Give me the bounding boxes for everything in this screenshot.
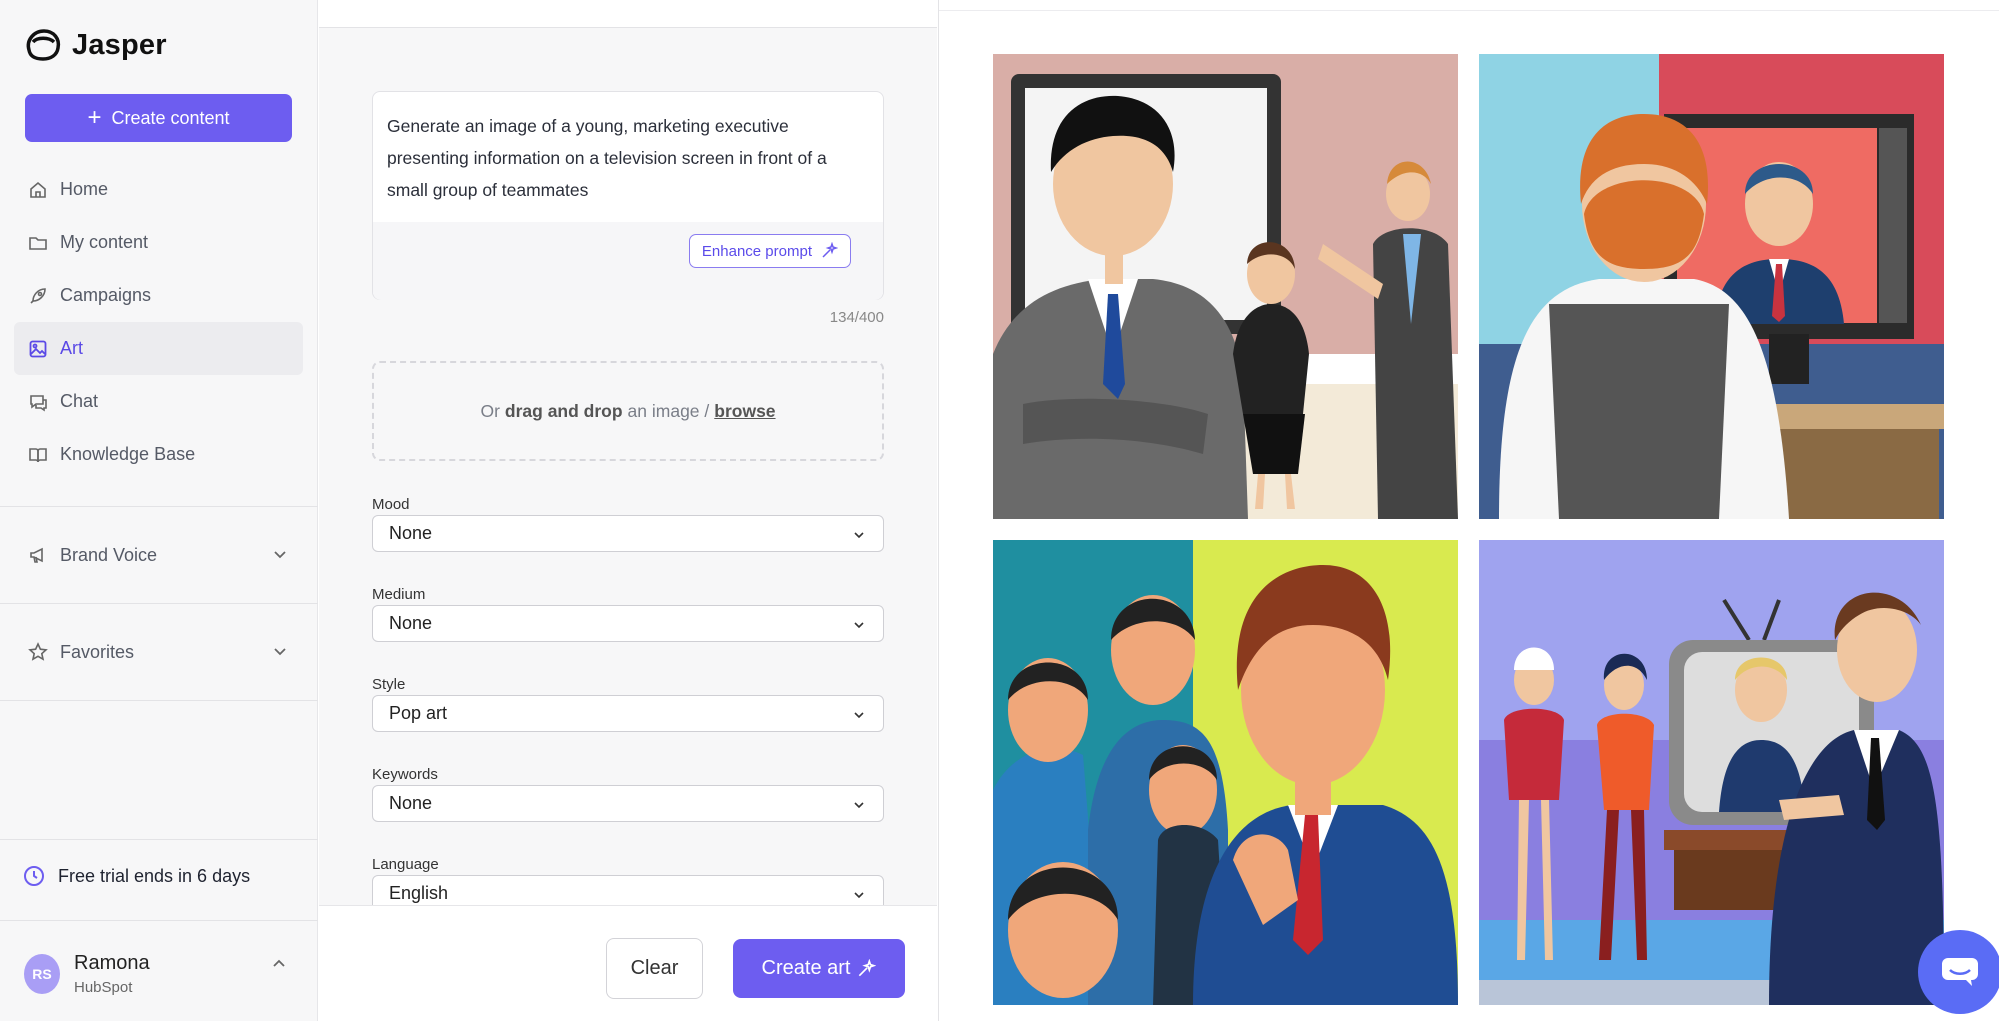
brand-voice-expander[interactable]: Brand Voice — [14, 530, 303, 580]
sidebar-item-chat[interactable]: Chat — [14, 375, 303, 428]
user-org: HubSpot — [74, 979, 133, 996]
dropzone-prefix: Or — [480, 400, 500, 421]
image-dropzone[interactable]: Or drag and drop an image / browse — [372, 361, 884, 461]
style-select[interactable]: Pop art — [372, 695, 884, 732]
book-icon — [29, 447, 47, 462]
chevron-down-icon — [854, 802, 864, 809]
sidebar-item-label: Art — [60, 338, 84, 358]
art-form-panel: Generate an image of a young, marketing … — [319, 0, 937, 1021]
sidebar-item-home[interactable]: Home — [14, 163, 303, 216]
support-chat-button[interactable] — [1918, 930, 1999, 1014]
generated-image-2[interactable] — [1479, 54, 1944, 519]
form-topbar — [319, 0, 937, 28]
sidebar-item-label: Campaigns — [60, 285, 152, 305]
plus-icon: + — [87, 104, 102, 131]
user-name: Ramona — [74, 952, 150, 974]
logo[interactable]: Jasper — [24, 28, 167, 62]
image-icon — [29, 340, 47, 357]
form-action-bar: Clear Create art — [319, 905, 937, 1021]
avatar: RS — [24, 954, 60, 994]
medium-value: None — [389, 613, 433, 633]
sidebar-item-label: Chat — [60, 391, 99, 411]
free-trial-notice[interactable]: Free trial ends in 6 days — [22, 864, 250, 888]
divider — [0, 920, 318, 921]
create-art-label: Create art — [761, 957, 851, 979]
results-divider — [939, 10, 1999, 11]
sidebar-item-campaigns[interactable]: Campaigns — [14, 269, 303, 322]
free-trial-text: Free trial ends in 6 days — [58, 865, 251, 886]
generated-image-1[interactable] — [993, 54, 1458, 519]
browse-link[interactable]: browse — [714, 401, 775, 422]
app-window: Jasper + Create content Home My content … — [0, 0, 1999, 1021]
favorites-label: Favorites — [60, 641, 135, 662]
divider — [0, 603, 318, 604]
main-nav: Home My content Campaigns Art Chat Knowl… — [14, 163, 303, 481]
character-counter: 134/400 — [829, 309, 884, 326]
star-icon — [28, 642, 48, 661]
generated-image-3[interactable] — [993, 540, 1458, 1005]
style-label: Style — [372, 676, 406, 693]
create-content-button[interactable]: + Create content — [25, 94, 292, 142]
generated-image-4[interactable] — [1479, 540, 1944, 1005]
chevron-down-icon — [274, 551, 286, 559]
chevron-down-icon — [854, 892, 864, 899]
prompt-box[interactable]: Generate an image of a young, marketing … — [372, 91, 884, 300]
sidebar-item-art[interactable]: Art — [14, 322, 303, 375]
chevron-down-icon — [274, 648, 286, 656]
enhance-prompt-button[interactable]: Enhance prompt — [688, 234, 851, 268]
chat-icon — [30, 394, 47, 411]
create-content-label: Create content — [111, 107, 230, 128]
home-icon — [30, 181, 46, 198]
clock-icon — [24, 866, 44, 886]
sidebar-item-label: Knowledge Base — [60, 444, 196, 464]
enhance-prompt-label: Enhance prompt — [701, 242, 812, 260]
create-art-button[interactable]: Create art — [733, 939, 905, 998]
dropzone-middle: an image / — [627, 400, 710, 421]
sparkle-icon — [822, 242, 838, 258]
brand-voice-label: Brand Voice — [60, 544, 158, 565]
mood-value: None — [389, 523, 433, 543]
chevron-down-icon — [854, 532, 864, 539]
rocket-icon — [30, 287, 46, 304]
medium-select[interactable]: None — [372, 605, 884, 642]
keywords-label: Keywords — [372, 766, 438, 783]
keywords-select[interactable]: None — [372, 785, 884, 822]
prompt-footer: Enhance prompt — [373, 222, 883, 300]
folder-icon — [29, 236, 47, 250]
chevron-down-icon — [854, 622, 864, 629]
divider — [0, 839, 318, 840]
medium-label: Medium — [372, 586, 426, 603]
generated-art-panel — [938, 0, 1999, 1021]
favorites-expander[interactable]: Favorites — [14, 627, 303, 677]
divider — [0, 700, 318, 701]
logo-text: Jasper — [72, 28, 167, 61]
user-menu[interactable]: RS Ramona HubSpot — [24, 952, 150, 996]
prompt-input[interactable]: Generate an image of a young, marketing … — [387, 110, 867, 206]
dropzone-bold: drag and drop — [504, 400, 623, 421]
chat-bubble-icon — [1942, 958, 1978, 986]
language-label: Language — [372, 856, 439, 873]
sidebar-item-label: My content — [60, 232, 149, 252]
style-value: Pop art — [389, 703, 448, 723]
chevron-down-icon — [854, 712, 864, 719]
sidebar: Jasper + Create content Home My content … — [0, 0, 318, 1021]
sidebar-item-label: Home — [60, 179, 109, 199]
megaphone-icon — [30, 547, 43, 563]
jasper-logo-icon — [26, 29, 61, 61]
sidebar-item-my-content[interactable]: My content — [14, 216, 303, 269]
sidebar-item-knowledge-base[interactable]: Knowledge Base — [14, 428, 303, 481]
sparkle-icon — [859, 958, 877, 976]
clear-button[interactable]: Clear — [606, 938, 703, 999]
chevron-up-icon[interactable] — [272, 957, 286, 971]
mood-label: Mood — [372, 496, 410, 513]
divider — [0, 506, 318, 507]
mood-select[interactable]: None — [372, 515, 884, 552]
language-value: English — [389, 883, 449, 903]
keywords-value: None — [389, 793, 433, 813]
